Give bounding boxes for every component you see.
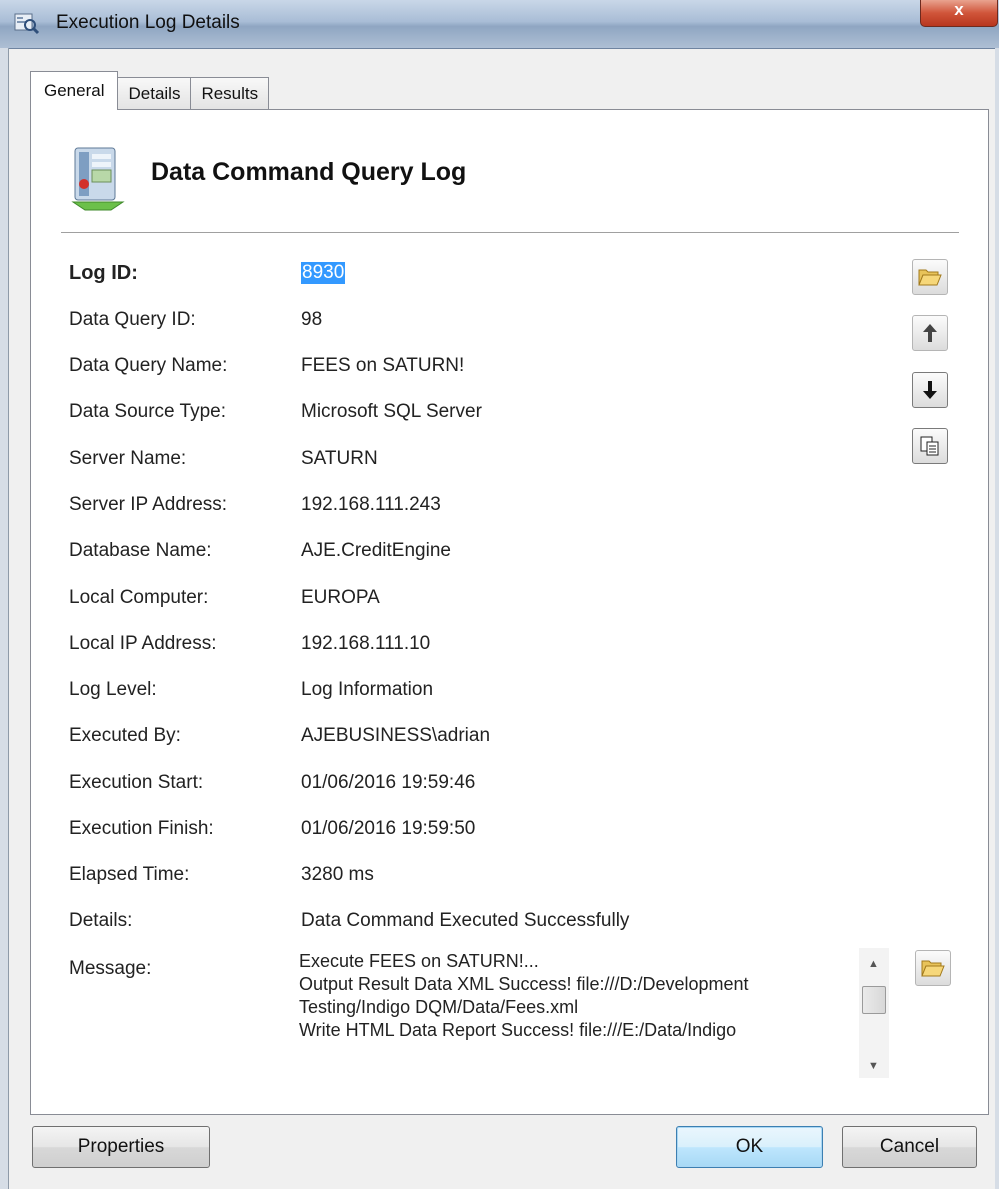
server-name-value[interactable]: SATURN: [301, 448, 378, 470]
cancel-button[interactable]: Cancel: [842, 1126, 977, 1168]
message-textbox[interactable]: Execute FEES on SATURN!... Output Result…: [299, 950, 889, 1076]
properties-button[interactable]: Properties: [32, 1126, 210, 1168]
data-source-type-label: Data Source Type:: [69, 401, 227, 422]
log-level-value[interactable]: Log Information: [301, 679, 433, 701]
window-frame-right: [995, 48, 999, 1189]
header-title: Data Command Query Log: [151, 158, 467, 186]
server-name-label: Server Name:: [69, 448, 187, 469]
tab-details[interactable]: Details: [117, 77, 192, 110]
data-command-icon: [71, 147, 125, 211]
execution-start-label: Execution Start:: [69, 772, 204, 793]
copy-icon: [920, 436, 939, 456]
server-ip-value[interactable]: 192.168.111.243: [301, 494, 441, 516]
message-line: Execute FEES on SATURN!...: [299, 951, 539, 971]
message-line: Output Result Data XML Success! file:///…: [299, 974, 749, 994]
open-message-folder-button[interactable]: [915, 950, 951, 986]
data-query-name-label: Data Query Name:: [69, 355, 228, 376]
scroll-down-icon[interactable]: ▼: [868, 1060, 879, 1072]
execution-finish-label: Execution Finish:: [69, 818, 214, 839]
header-separator: [61, 232, 959, 233]
arrow-up-icon: [923, 324, 937, 342]
tab-results[interactable]: Results: [190, 77, 270, 110]
log-level-label: Log Level:: [69, 679, 157, 700]
local-computer-label: Local Computer:: [69, 587, 209, 608]
message-line: Testing/Indigo DQM/Data/Fees.xml: [299, 997, 579, 1017]
log-viewer-icon: [14, 13, 40, 35]
close-button[interactable]: x: [920, 0, 998, 27]
folder-open-icon: [918, 269, 942, 286]
execution-finish-value[interactable]: 01/06/2016 19:59:50: [301, 818, 475, 840]
local-ip-value[interactable]: 192.168.111.10: [301, 633, 430, 655]
data-source-type-value[interactable]: Microsoft SQL Server: [301, 401, 482, 423]
data-query-id-value[interactable]: 98: [301, 309, 322, 331]
folder-open-icon: [921, 960, 945, 977]
elapsed-time-value[interactable]: 3280 ms: [301, 864, 374, 886]
log-id-label: Log ID:: [69, 262, 138, 284]
next-log-button[interactable]: [912, 372, 948, 408]
scroll-thumb[interactable]: [862, 986, 886, 1014]
execution-start-value[interactable]: 01/06/2016 19:59:46: [301, 772, 475, 794]
details-label: Details:: [69, 910, 133, 931]
details-value[interactable]: Data Command Executed Successfully: [301, 910, 629, 932]
message-label: Message:: [69, 958, 152, 979]
data-query-id-label: Data Query ID:: [69, 309, 196, 330]
arrow-down-icon: [923, 381, 937, 399]
tab-strip: General Details Results: [30, 71, 270, 110]
message-line: Write HTML Data Report Success! file:///…: [299, 1020, 737, 1040]
executed-by-label: Executed By:: [69, 725, 181, 746]
copy-button[interactable]: [912, 428, 948, 464]
message-scrollbar[interactable]: ▲ ▼: [859, 948, 889, 1078]
data-query-name-value[interactable]: FEES on SATURN!: [301, 355, 464, 377]
ok-button[interactable]: OK: [676, 1126, 823, 1168]
window-title: Execution Log Details: [56, 12, 240, 33]
local-ip-label: Local IP Address:: [69, 633, 217, 654]
window-frame-left: [0, 48, 9, 1189]
general-tab-panel: Data Command Query Log Log ID: 8930 Data…: [30, 109, 989, 1115]
log-id-value[interactable]: 8930: [301, 262, 346, 284]
title-bar: Execution Log Details x: [0, 0, 999, 49]
local-computer-value[interactable]: EUROPA: [301, 587, 380, 609]
elapsed-time-label: Elapsed Time:: [69, 864, 190, 885]
scroll-up-icon[interactable]: ▲: [868, 958, 879, 970]
previous-log-button[interactable]: [912, 315, 948, 351]
server-ip-label: Server IP Address:: [69, 494, 228, 515]
open-log-folder-button[interactable]: [912, 259, 948, 295]
database-name-value[interactable]: AJE.CreditEngine: [301, 540, 451, 562]
executed-by-value[interactable]: AJEBUSINESS\adrian: [301, 725, 490, 747]
database-name-label: Database Name:: [69, 540, 212, 561]
tab-general[interactable]: General: [30, 71, 119, 110]
